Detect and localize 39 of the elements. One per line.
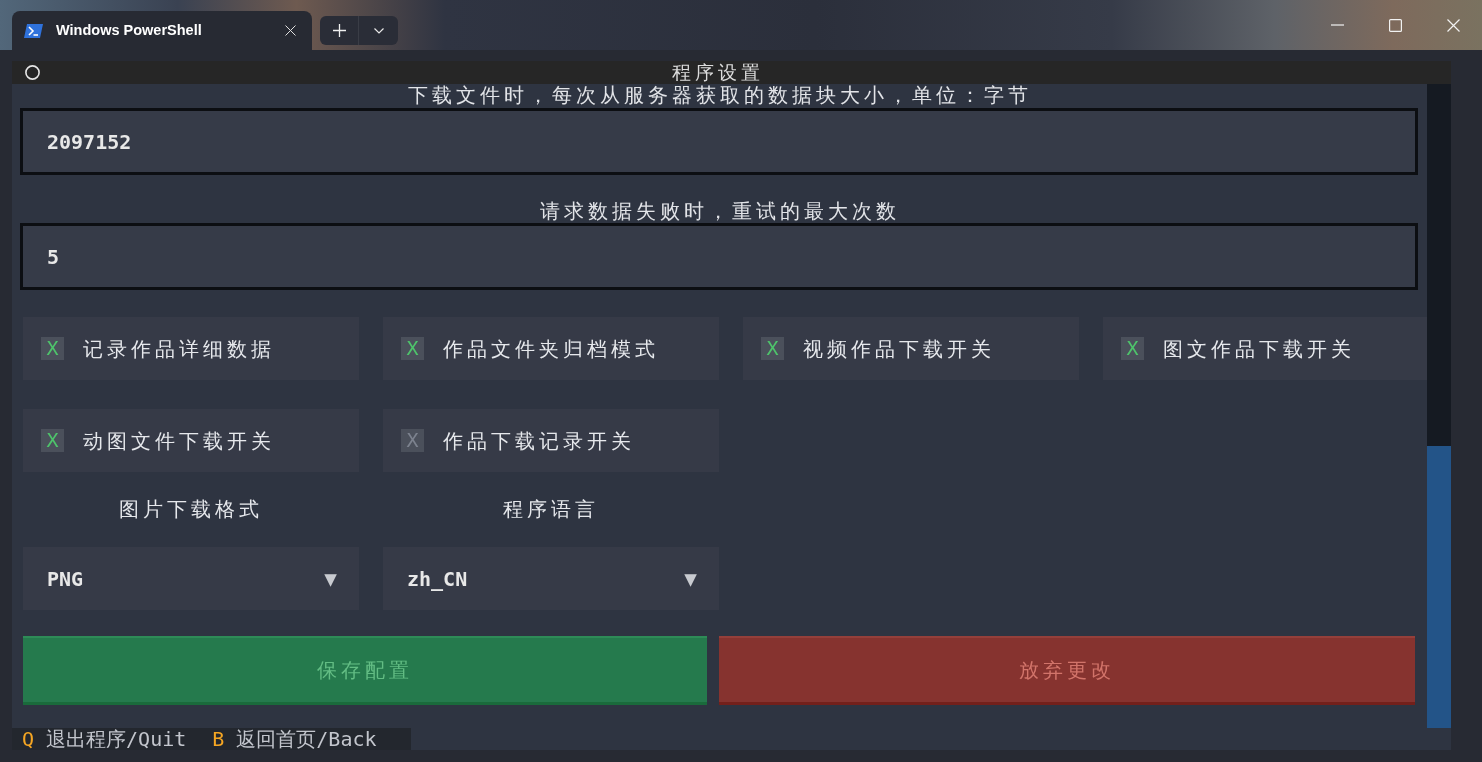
toggle-option[interactable]: X 作品文件夹归档模式	[383, 317, 719, 380]
option-label: 作品文件夹归档模式	[443, 335, 659, 363]
scrollbar[interactable]	[1427, 84, 1451, 728]
checkbox[interactable]: X	[41, 429, 64, 452]
scrollbar-thumb[interactable]	[1427, 446, 1451, 728]
toggle-option[interactable]: X 记录作品详细数据	[23, 317, 359, 380]
close-icon	[284, 25, 296, 36]
tab[interactable]: Windows PowerShell	[12, 11, 312, 50]
ring-icon[interactable]	[24, 65, 40, 80]
input-field[interactable]: 5	[20, 223, 1418, 290]
key-binding[interactable]: B 返回首页/Back	[212, 728, 377, 750]
toggle-option[interactable]: X 动图文件下载开关	[23, 409, 359, 472]
option-label: 视频作品下载开关	[803, 335, 995, 363]
new-tab-button[interactable]	[320, 16, 358, 45]
chevron-down-icon	[373, 27, 384, 34]
minimize-icon	[1330, 24, 1344, 26]
dropdown[interactable]: zh_CN ▼	[383, 547, 719, 610]
dropdown-label: 程序语言	[502, 498, 600, 520]
maximize-icon	[1388, 18, 1402, 32]
dropdown[interactable]: PNG ▼	[23, 547, 359, 610]
plus-icon	[332, 24, 346, 37]
option-label: 动图文件下载开关	[83, 427, 275, 455]
checkbox[interactable]: X	[761, 337, 784, 360]
field-label: 下载文件时，每次从服务器获取的数据块大小，单位：字节	[406, 84, 1033, 106]
checkbox[interactable]: X	[1121, 337, 1144, 360]
close-icon	[1446, 18, 1460, 32]
key-binding[interactable]: Q 退出程序/Quit	[22, 728, 187, 750]
toggle-option[interactable]: X 图文作品下载开关	[1103, 317, 1427, 380]
option-label: 记录作品详细数据	[83, 335, 275, 363]
app-title: 程序设置	[670, 61, 765, 84]
toggle-option[interactable]: X 视频作品下载开关	[743, 317, 1079, 380]
field-label: 请求数据失败时，重试的最大次数	[538, 200, 901, 222]
dropdown-label: 图片下载格式	[118, 498, 264, 520]
option-label: 图文作品下载开关	[1163, 335, 1355, 363]
checkbox[interactable]: X	[401, 337, 424, 360]
option-label: 作品下载记录开关	[443, 427, 635, 455]
checkbox[interactable]: X	[41, 337, 64, 360]
terminal-prompt-icon	[24, 23, 43, 38]
input-field[interactable]: 2097152	[20, 108, 1418, 175]
